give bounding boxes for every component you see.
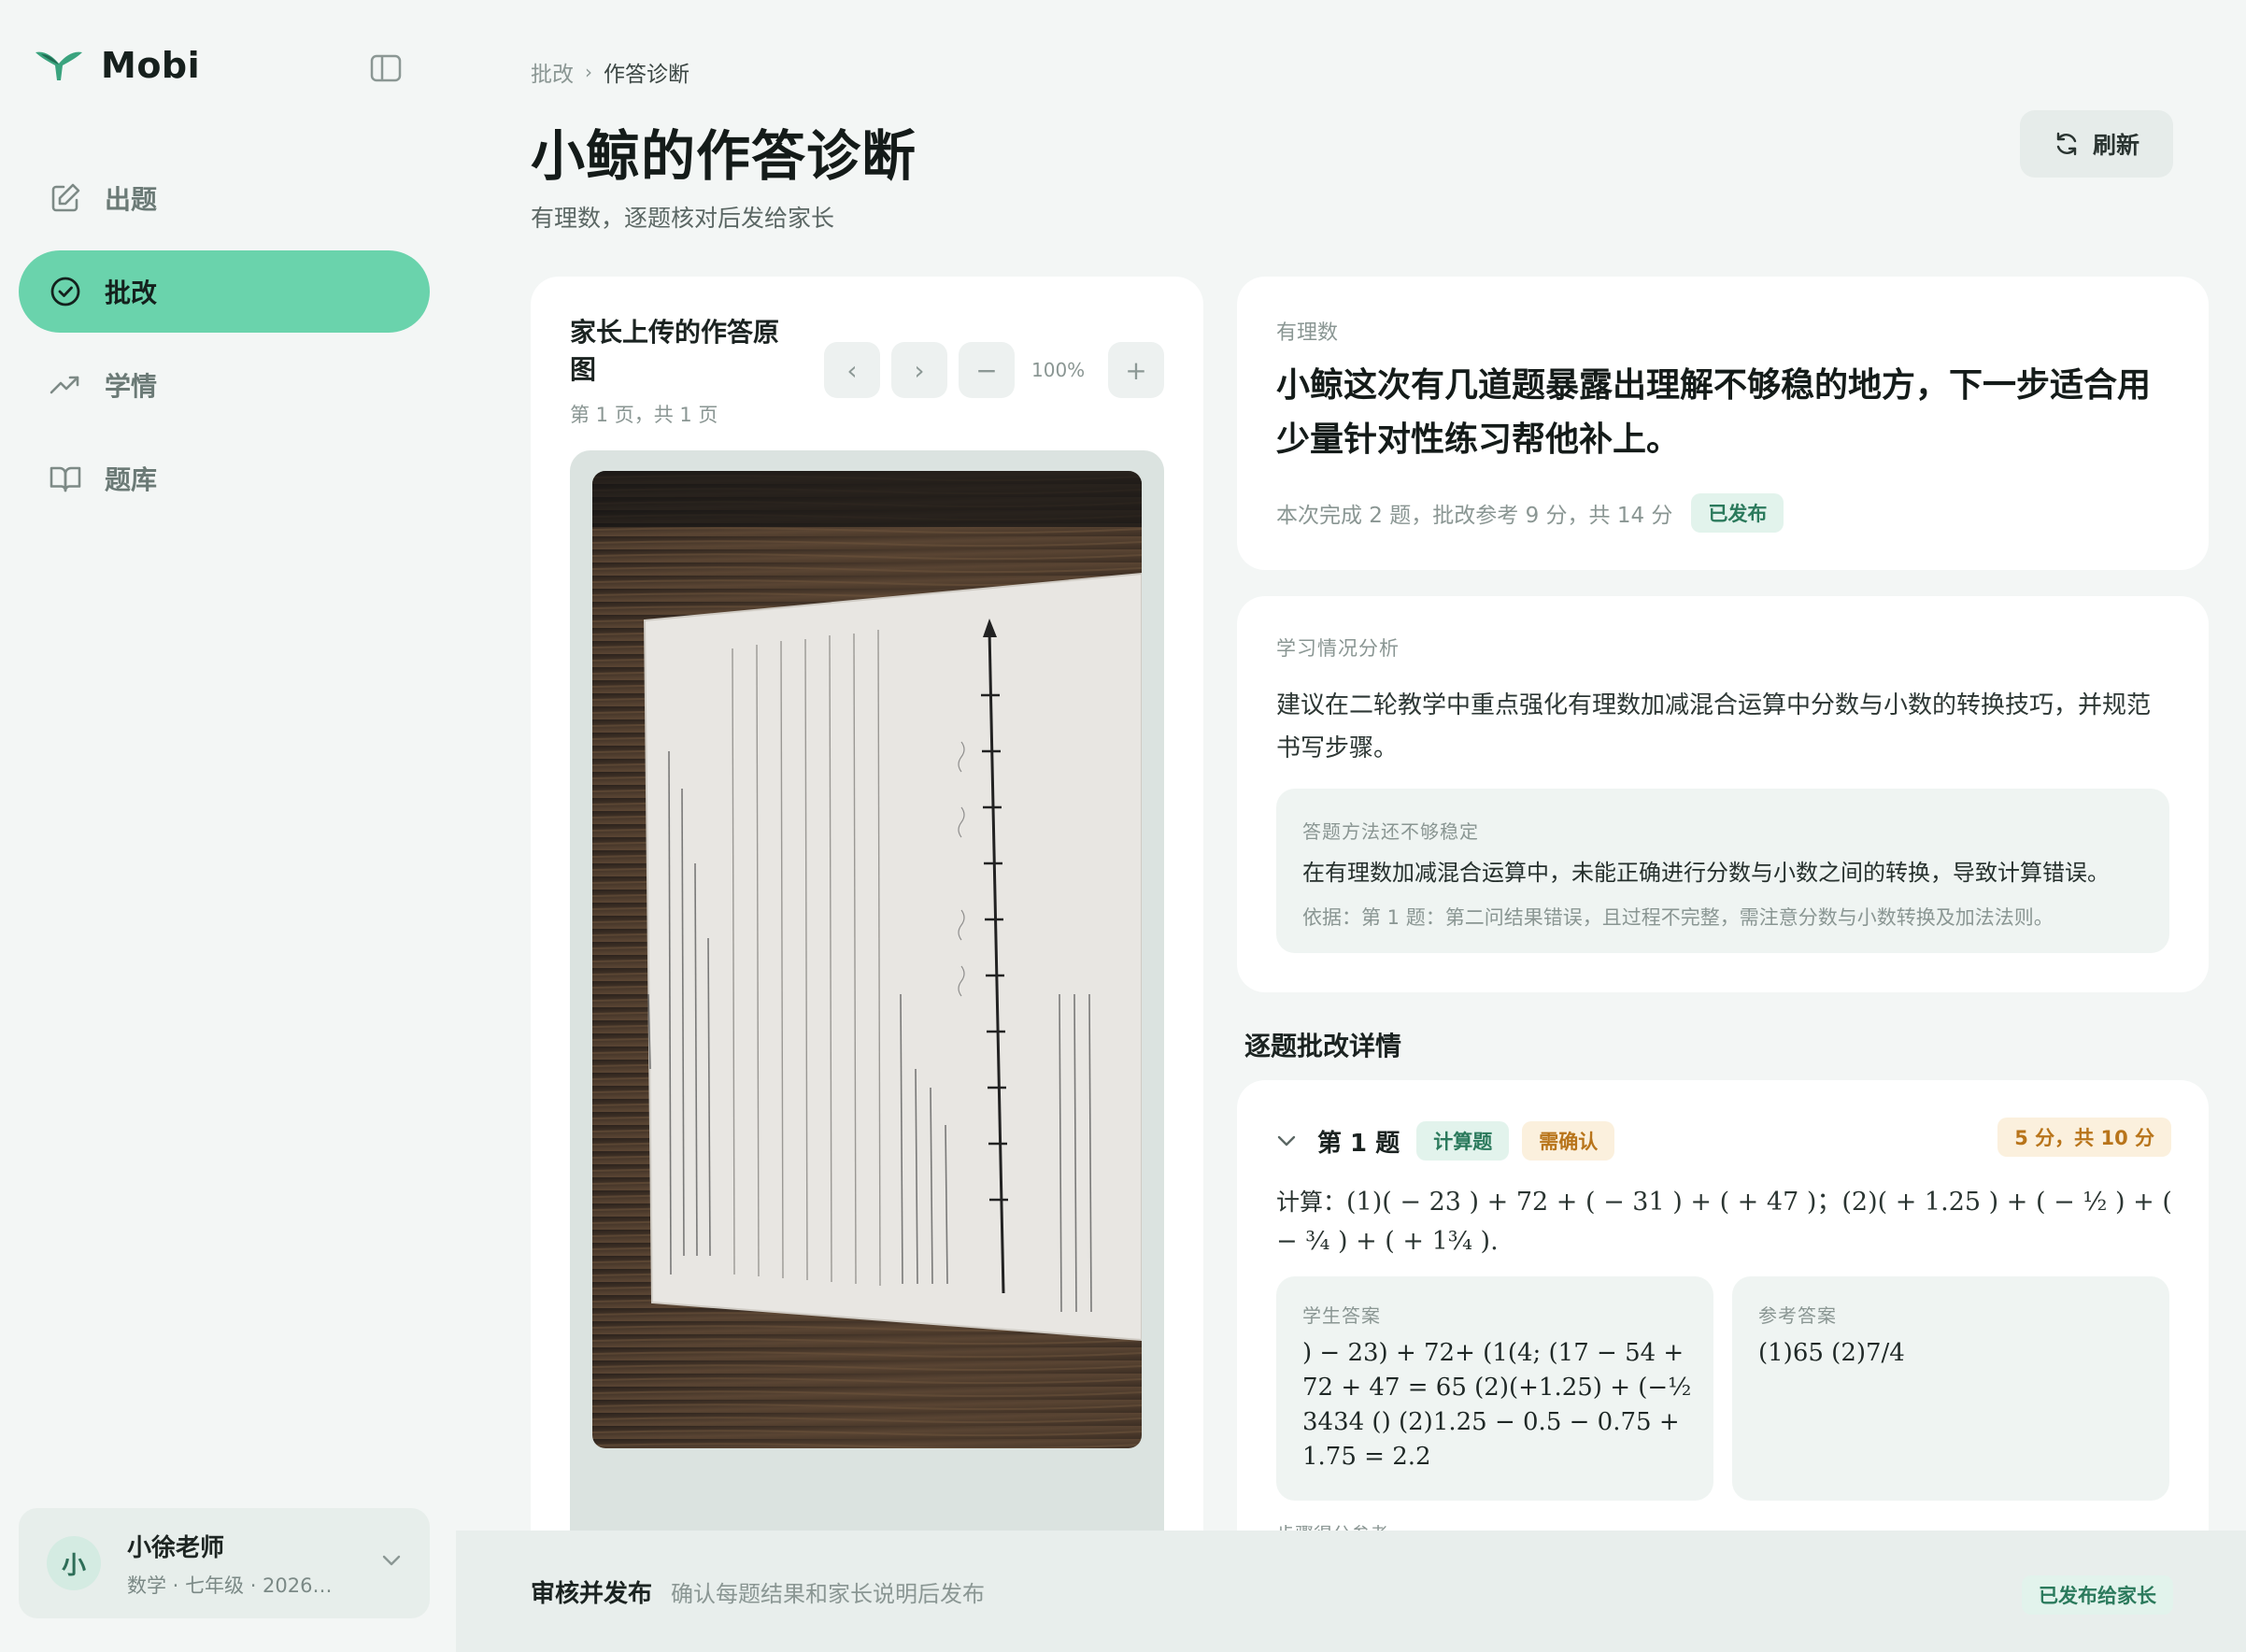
status-badge: 已发布 <box>1691 493 1784 533</box>
chevron-left-icon: ‹ <box>846 354 858 386</box>
book-icon <box>50 466 81 492</box>
nav-label: 题库 <box>105 464 158 495</box>
zoom-level: 100% <box>1031 359 1086 381</box>
breadcrumb-separator: › <box>585 61 592 83</box>
user-name: 小徐老师 <box>127 1533 225 1562</box>
publish-description: 确认每题结果和家长说明后发布 <box>671 1580 986 1607</box>
sidebar-toggle-icon[interactable] <box>370 54 402 82</box>
student-answer-box: 学生答案 ) − 23) + 72+ (1(4; (17 − 54 + 72 +… <box>1276 1276 1713 1501</box>
question-type-badge: 计算题 <box>1416 1121 1510 1161</box>
topic-label: 有理数 <box>1276 321 1339 345</box>
question-title: 第 1 题 <box>1317 1129 1400 1158</box>
original-image-panel: 家长上传的作答原图 第 1 页，共 1 页 ‹ › − 100% + <box>531 277 1203 1622</box>
refresh-icon <box>2056 132 2077 156</box>
published-status-badge[interactable]: 已发布给家长 <box>2022 1575 2173 1615</box>
reference-answer: (1)65 (2)7/4 <box>1758 1339 1905 1367</box>
page-title: 小鲸的作答诊断 <box>531 124 917 188</box>
publish-title: 审核并发布 <box>531 1579 653 1608</box>
user-menu[interactable]: 小 小徐老师 数学 · 七年级 · 2026… <box>19 1508 430 1618</box>
sidebar: Mobi 出题 批改 学情 题库 小 小徐老师 数学 · 七年级 · 2026… <box>0 0 456 1652</box>
problem-label: 计算： <box>1276 1189 1347 1216</box>
chevron-down-icon <box>382 1555 401 1566</box>
user-meta: 数学 · 七年级 · 2026… <box>127 1574 333 1597</box>
app-name: Mobi <box>101 45 201 86</box>
needs-confirm-badge: 需确认 <box>1522 1121 1615 1161</box>
nav-label: 学情 <box>105 371 158 402</box>
whale-tail-logo-icon <box>36 51 82 80</box>
breadcrumb-grading[interactable]: 批改 <box>531 56 574 88</box>
question-problem: 计算：(1)( − 23 ) + 72 + ( − 31 ) + ( + 47 … <box>1276 1183 2173 1261</box>
nav-item-questions[interactable]: 出题 <box>19 157 430 239</box>
nav-item-question-bank[interactable]: 题库 <box>19 437 430 520</box>
issue-box: 答题方法还不够稳定 在有理数加减混合运算中，未能正确进行分数与小数之间的转换，导… <box>1276 789 2169 953</box>
issue-basis: 依据：第 1 题：第二问结果错误，且过程不完整，需注意分数与小数转换及加法法则。 <box>1302 906 2054 929</box>
page-indicator: 第 1 页，共 1 页 <box>570 404 718 426</box>
summary-meta: 本次完成 2 题，批改参考 9 分，共 14 分 已发布 <box>1276 493 1784 533</box>
breadcrumb: 批改 › 作答诊断 <box>531 56 689 88</box>
reference-answer-label: 参考答案 <box>1758 1304 1837 1327</box>
zoom-in-button[interactable]: + <box>1108 342 1164 398</box>
next-page-button[interactable]: › <box>891 342 947 398</box>
chevron-right-icon: › <box>914 354 925 386</box>
avatar: 小 <box>47 1536 101 1590</box>
brand[interactable]: Mobi <box>34 45 200 86</box>
analysis-label: 学习情况分析 <box>1276 637 1400 660</box>
details-section-title: 逐题批改详情 <box>1244 1031 1402 1061</box>
viewer-title: 家长上传的作答原图 <box>570 317 780 385</box>
student-answer-label: 学生答案 <box>1302 1304 1381 1327</box>
chevron-down-icon[interactable] <box>1276 1133 1297 1148</box>
check-circle-icon <box>50 277 80 306</box>
trend-icon <box>50 376 79 394</box>
student-answer: ) − 23) + 72+ (1(4; (17 − 54 + 72 + 47 =… <box>1302 1339 1692 1471</box>
issue-text: 在有理数加减混合运算中，未能正确进行分数与小数之间的转换，导致计算错误。 <box>1302 860 2110 886</box>
edit-icon <box>51 183 80 212</box>
diagnosis-summary-card: 有理数 小鲸这次有几道题暴露出理解不够稳的地方，下一步适合用少量针对性练习帮他补… <box>1237 277 2209 570</box>
refresh-label: 刷新 <box>2092 132 2139 159</box>
question-score-badge: 5 分，共 10 分 <box>1997 1118 2171 1157</box>
reference-answer-box: 参考答案 (1)65 (2)7/4 <box>1732 1276 2169 1501</box>
summary-headline: 小鲸这次有几道题暴露出理解不够稳的地方，下一步适合用少量针对性练习帮他补上。 <box>1276 366 2152 459</box>
publish-bar: 审核并发布 确认每题结果和家长说明后发布 已发布给家长 <box>456 1531 2246 1652</box>
user-info: 小徐老师 数学 · 七年级 · 2026… <box>127 1529 333 1599</box>
zoom-out-button[interactable]: − <box>959 342 1015 398</box>
breadcrumb-current: 作答诊断 <box>604 63 689 87</box>
page-subtitle: 有理数，逐题核对后发给家长 <box>531 205 835 232</box>
nav-label: 批改 <box>105 278 158 308</box>
question-header[interactable]: 第 1 题 计算题 需确认 <box>1276 1121 1628 1161</box>
problem-text: (1)( − 23 ) + 72 + ( − 31 ) + ( + 47 )；(… <box>1276 1188 2172 1256</box>
learning-analysis-card: 学习情况分析 建议在二轮教学中重点强化有理数加减混合运算中分数与小数的转换技巧，… <box>1237 596 2209 992</box>
nav-item-analytics[interactable]: 学情 <box>19 344 430 426</box>
plus-icon: + <box>1125 354 1147 386</box>
prev-page-button[interactable]: ‹ <box>824 342 880 398</box>
refresh-button[interactable]: 刷新 <box>2020 110 2173 178</box>
score-summary: 本次完成 2 题，批改参考 9 分，共 14 分 <box>1276 504 1673 528</box>
nav-item-grading[interactable]: 批改 <box>19 250 430 333</box>
issue-label: 答题方法还不够稳定 <box>1302 820 1479 843</box>
homework-photo[interactable] <box>592 471 1142 1448</box>
analysis-text: 建议在二轮教学中重点强化有理数加减混合运算中分数与小数的转换技巧，并规范书写步骤… <box>1276 691 2152 762</box>
minus-icon: − <box>975 354 998 386</box>
image-viewport[interactable] <box>570 450 1164 1622</box>
main-nav: 出题 批改 学情 题库 <box>19 157 430 531</box>
nav-label: 出题 <box>105 184 158 215</box>
